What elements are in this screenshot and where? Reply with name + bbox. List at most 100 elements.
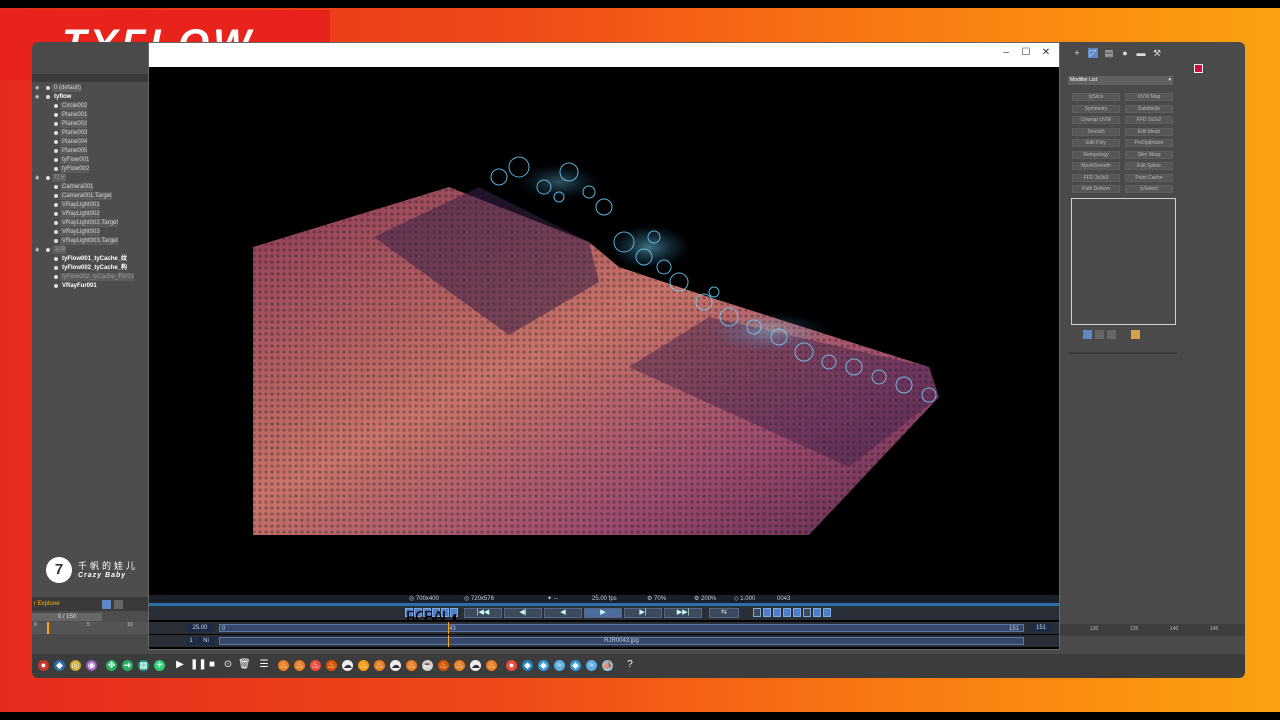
next-frame-button[interactable]: ▶| [624,608,662,618]
fire-icon[interactable]: ♨ [358,660,369,671]
modifier-button[interactable]: Edit Mesh [1125,127,1173,136]
visibility-eye-icon[interactable] [35,274,42,279]
water-icon[interactable]: ◆ [522,660,533,671]
scene-tree-item[interactable]: Plane002 [32,120,146,128]
visibility-eye-icon[interactable]: ◉ [35,94,42,100]
sphere-icon[interactable]: ◉ [86,660,97,671]
layer-file-bar[interactable]: RJR0043.jpg [219,637,1024,645]
scene-tree-item[interactable]: Plane005 [32,147,146,155]
modifier-button[interactable]: UVW Map [1125,93,1173,101]
modifier-button[interactable]: Point Cache [1125,173,1173,182]
visibility-eye-icon[interactable] [35,148,42,153]
frame-buffer-layer-track[interactable]: 1 Ni RJR0043.jpg [149,635,1059,647]
scene-tree-item[interactable]: tyFlow002_tyCache_构001 [32,273,146,281]
modifier-button[interactable]: Path Deform [1072,185,1120,193]
view-option-icon[interactable] [763,608,771,617]
cloud-icon[interactable]: ☁ [342,660,353,671]
visibility-eye-icon[interactable] [35,238,42,243]
grid-icon[interactable]: ▦ [138,660,149,671]
visibility-eye-icon[interactable] [35,121,42,126]
boat-icon[interactable]: ⛵ [602,660,613,671]
scene-tree-item[interactable]: Plane004 [32,138,146,146]
view-option-icon[interactable] [753,608,761,617]
smoke-icon[interactable]: ☁ [390,660,401,671]
modifier-button[interactable]: ProOptimizer [1125,139,1173,147]
modifier-button[interactable]: Symmetry [1072,104,1120,113]
modifier-button[interactable]: tySlice [1072,93,1120,101]
show-end-result-icon[interactable] [1083,330,1092,339]
scene-tree-item[interactable]: VRayLight003.Target [32,237,146,245]
list-icon[interactable]: ☰ [258,659,270,671]
visibility-eye-icon[interactable]: ◉ [35,85,42,91]
visibility-eye-icon[interactable] [35,202,42,207]
fire-icon[interactable]: ♨ [310,660,321,671]
scene-tree-item[interactable]: ◉ 灯光 [32,174,146,182]
visibility-eye-icon[interactable] [35,184,42,189]
view-option-icon[interactable] [783,608,791,617]
visibility-eye-icon[interactable] [35,112,42,117]
view-option-icon[interactable] [803,608,811,617]
time-slider-counter[interactable]: 0 / 150 [32,613,102,621]
view-option-icon[interactable] [793,608,801,617]
frame-buffer-titlebar[interactable]: – ☐ ✕ [149,43,1059,67]
modifier-button[interactable]: Smooth [1072,127,1120,136]
modifier-button[interactable]: FFD 3x3x3 [1072,173,1120,182]
channel-b-button[interactable]: B [423,608,435,626]
modifier-button[interactable]: FFD 2x2x2 [1125,116,1173,124]
fire-icon[interactable]: ♨ [438,660,449,671]
scene-tree-item[interactable]: tyFlow001 [32,156,146,164]
visibility-eye-icon[interactable] [35,193,42,198]
visibility-eye-icon[interactable] [35,265,42,270]
layer-name[interactable]: Ni [197,637,215,645]
goto-start-button[interactable]: |◀◀ [464,608,502,618]
view-option-icon[interactable] [773,608,781,617]
timeline-bar[interactable]: 0 43 151 [219,624,1024,632]
visibility-eye-icon[interactable] [35,139,42,144]
modify-tab-icon[interactable]: ◸ [1088,48,1098,58]
left-time-ruler[interactable]: 0 5 10 [32,622,148,634]
scene-tree-item[interactable]: VRayLight001 [32,201,146,209]
modifier-button[interactable]: Edit Poly [1072,139,1120,147]
visibility-eye-icon[interactable]: ◉ [35,175,42,181]
minimize-icon[interactable]: – [999,47,1013,58]
render-image[interactable] [149,67,1059,595]
fire-icon[interactable]: ♨ [486,660,497,671]
channel-mono-button[interactable]: ◐ [450,608,461,626]
modifier-button[interactable]: Retopology [1072,150,1120,159]
object-color-swatch[interactable] [1194,64,1203,73]
scene-tree-item[interactable]: Plane003 [32,129,146,137]
channel-a-button[interactable]: A [432,608,444,626]
goto-end-button[interactable]: ▶▶| [664,608,702,618]
modifier-button[interactable]: tySelect [1125,185,1173,193]
scene-tree-item[interactable]: tyFlow002_tyCache_构 [32,264,146,272]
prev-frame-button[interactable]: ◀ [544,608,582,618]
fire-icon[interactable]: ♨ [454,660,465,671]
time-slider-handle[interactable] [47,622,49,634]
right-time-ruler[interactable]: 130 135 140 145 [1060,624,1245,636]
scene-tree-item[interactable]: ◉ 0 (default) [32,84,146,92]
scene-tree-item[interactable]: VRayLight002.Target [32,219,146,227]
wave-icon[interactable]: ≈ [554,660,565,671]
modifier-list-dropdown[interactable]: Modifier List ▾ [1068,76,1173,85]
scene-tree-item[interactable]: tyFlow002 [32,165,146,173]
modifier-stack[interactable] [1071,198,1176,325]
channel-g-button[interactable]: G [414,608,427,626]
cup-icon[interactable]: ☕ [422,660,433,671]
timeline-end-field[interactable]: 151 [1029,624,1053,632]
visibility-eye-icon[interactable] [35,220,42,225]
view-option-icon[interactable] [813,608,821,617]
scene-tree-item[interactable]: VRayLight003 [32,228,146,236]
explorer-list-icon[interactable] [102,600,111,609]
stop-icon[interactable]: ■ [206,659,218,671]
water-icon[interactable]: ◆ [54,660,65,671]
scene-tree-item[interactable]: Plane001 [32,111,146,119]
configure-sets-icon[interactable] [1131,330,1140,339]
visibility-eye-icon[interactable] [35,256,42,261]
modifier-button[interactable]: Unwrap UVW [1072,116,1120,124]
view-option-icon[interactable] [823,608,831,617]
step-icon[interactable]: ⊙ [222,659,234,671]
visibility-eye-icon[interactable] [35,130,42,135]
modifier-button[interactable]: MeshSmooth [1072,162,1120,170]
fire-icon[interactable]: ♨ [374,660,385,671]
modifier-button[interactable]: Skin Wrap [1125,150,1173,159]
